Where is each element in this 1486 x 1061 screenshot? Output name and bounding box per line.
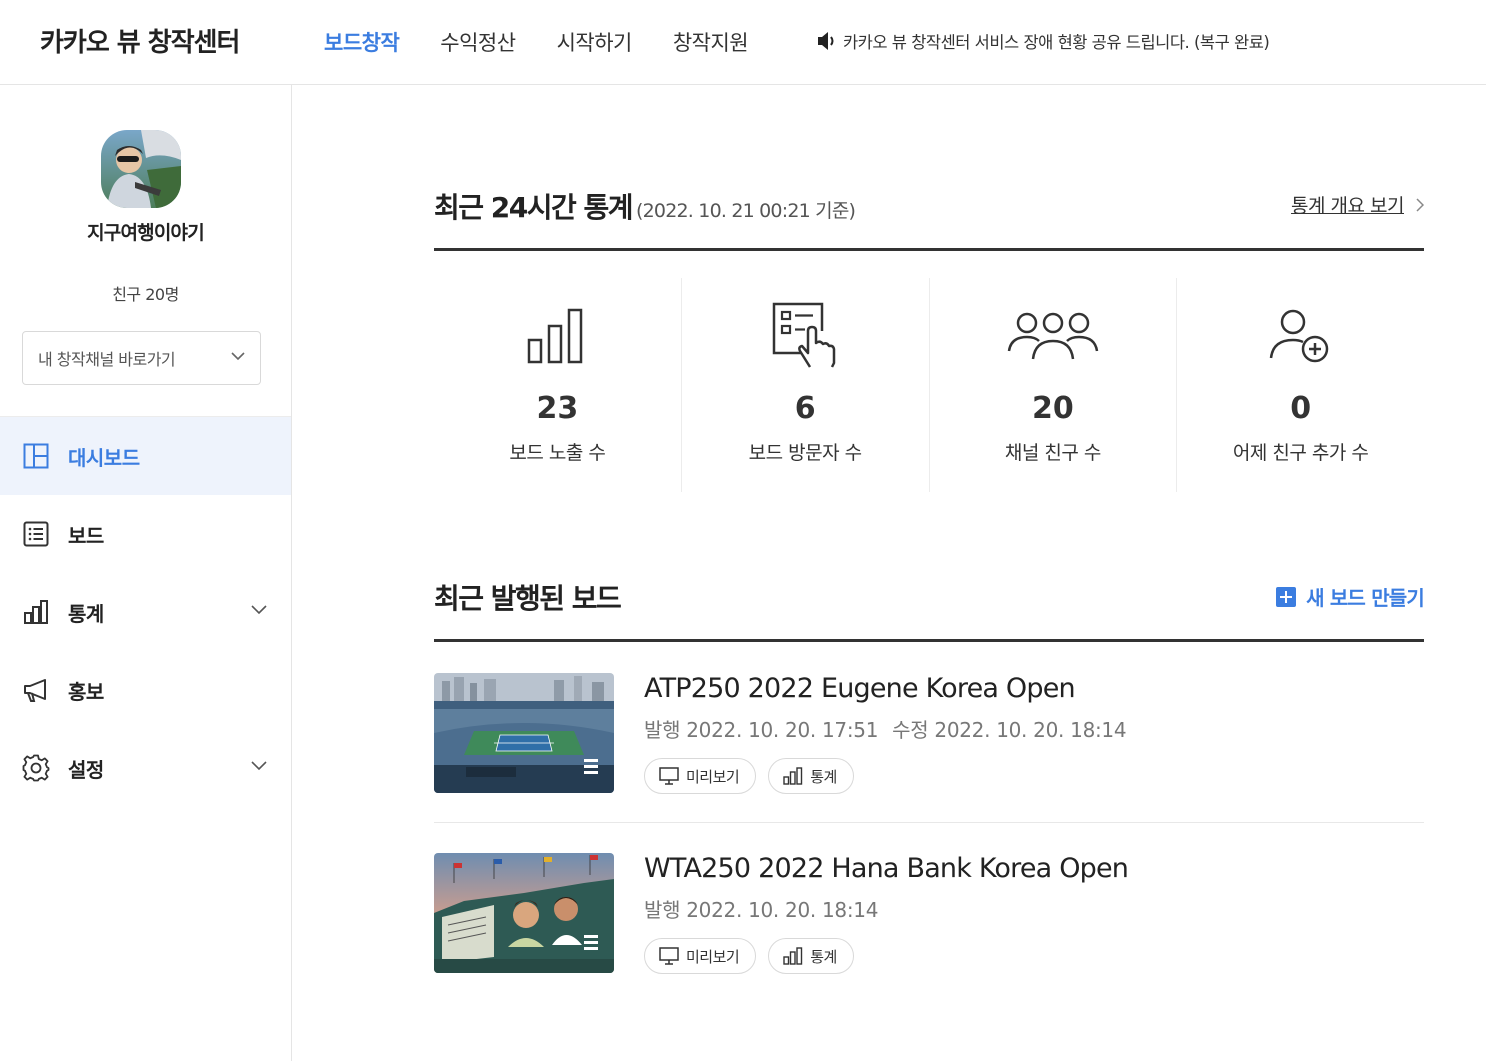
chevron-down-icon (251, 761, 267, 771)
section-rule (434, 248, 1424, 251)
friend-count: 친구 20명 (112, 285, 179, 304)
megaphone-icon (22, 676, 50, 704)
board-stats-label: 통계 (810, 947, 837, 966)
channel-shortcut-select[interactable]: 내 창작채널 바로가기 (22, 331, 261, 385)
new-board-label: 새 보드 만들기 (1306, 586, 1425, 610)
stat-value: 6 (794, 391, 816, 426)
nav-revenue[interactable]: 수익정산 (440, 27, 516, 57)
channel-select-label: 내 창작채널 바로가기 (38, 350, 176, 369)
preview-label: 미리보기 (686, 947, 740, 966)
channel-name: 지구여행이야기 (87, 222, 205, 244)
board-item: ATP250 2022 Eugene Korea Open 발행 2022. 1… (434, 673, 1424, 794)
stat-value: 20 (1032, 391, 1074, 426)
section-rule (434, 639, 1424, 642)
board-actions: 미리보기 통계 (644, 938, 866, 974)
stat-board-impressions: 23 보드 노출 수 (434, 278, 681, 492)
stat-label: 어제 친구 추가 수 (1232, 442, 1369, 464)
stat-label: 보드 방문자 수 (748, 442, 862, 464)
monitor-icon (659, 947, 679, 965)
stat-board-visitors: 6 보드 방문자 수 (680, 278, 929, 492)
sidebar-item-label: 대시보드 (68, 445, 140, 470)
notice-text: 카카오 뷰 창작센터 서비스 장애 현황 공유 드립니다. (복구 완료) (843, 33, 1270, 52)
board-title[interactable]: ATP250 2022 Eugene Korea Open (644, 673, 1076, 704)
speaker-icon (818, 32, 834, 50)
preview-button[interactable]: 미리보기 (644, 938, 757, 974)
logo[interactable]: 카카오 뷰 창작센터 (40, 22, 240, 59)
sidebar-item-board[interactable]: 보드 (0, 495, 291, 573)
nav-creator-support[interactable]: 창작지원 (673, 27, 749, 57)
board-divider (434, 822, 1424, 823)
stat-value: 23 (536, 391, 579, 426)
avatar[interactable] (101, 130, 181, 208)
sidebar-item-label: 홍보 (68, 679, 104, 704)
sidebar-item-settings[interactable]: 설정 (0, 729, 291, 807)
board-stats-button[interactable]: 통계 (768, 938, 854, 974)
stats-grid: 23 보드 노출 수 6 보드 방문자 수 20 채널 친구 수 0 어제 친구… (434, 278, 1424, 492)
stat-label: 보드 노출 수 (509, 442, 606, 464)
new-board-button[interactable]: 새 보드 만들기 (1276, 582, 1425, 611)
board-stats-button[interactable]: 통계 (768, 758, 854, 794)
stats-overview-link[interactable]: 통계 개요 보기 (1291, 191, 1424, 218)
board-list-icon (22, 520, 50, 548)
preview-label: 미리보기 (686, 767, 740, 786)
stats-timestamp: (2022. 10. 21 00:21 기준) (636, 200, 856, 222)
board-item: WTA250 2022 Hana Bank Korea Open 발행 2022… (434, 853, 1424, 974)
board-thumbnail[interactable] (434, 853, 614, 973)
dashboard-icon (22, 442, 50, 470)
sidebar-item-label: 보드 (68, 523, 104, 548)
bar-chart-icon (434, 298, 681, 373)
board-actions: 미리보기 통계 (644, 758, 866, 794)
stat-value: 0 (1290, 391, 1312, 426)
board-dates: 발행 2022. 10. 20. 17:51 수정 2022. 10. 20. 1… (644, 714, 1127, 743)
board-modified-date: 수정 2022. 10. 20. 18:14 (892, 718, 1127, 742)
sidebar-item-label: 설정 (68, 757, 104, 782)
sidebar-item-promotion[interactable]: 홍보 (0, 651, 291, 729)
board-stats-label: 통계 (810, 767, 837, 786)
sidebar-item-label: 통계 (68, 601, 104, 626)
board-published-date: 발행 2022. 10. 20. 17:51 (644, 718, 879, 742)
sidebar-item-dashboard[interactable]: 대시보드 (0, 417, 291, 495)
stats-icon (22, 598, 50, 626)
board-thumbnail[interactable] (434, 673, 614, 793)
recent-boards-title: 최근 발행된 보드 (434, 582, 622, 615)
preview-button[interactable]: 미리보기 (644, 758, 757, 794)
stat-channel-friends: 20 채널 친구 수 (928, 278, 1177, 492)
sidebar-item-stats[interactable]: 통계 (0, 573, 291, 651)
stats-overview-label: 통계 개요 보기 (1291, 195, 1404, 217)
chevron-down-icon (231, 352, 245, 361)
nav-getting-started[interactable]: 시작하기 (557, 27, 633, 57)
group-icon (930, 298, 1177, 373)
notice-banner[interactable]: 카카오 뷰 창작센터 서비스 장애 현황 공유 드립니다. (복구 완료) (817, 29, 1270, 53)
nav-board-create[interactable]: 보드창작 (324, 27, 400, 57)
top-header: 카카오 뷰 창작센터 보드창작 수익정산 시작하기 창작지원 카카오 뷰 창작센… (0, 0, 1486, 85)
board-tap-icon (682, 298, 929, 373)
monitor-icon (659, 767, 679, 785)
add-person-icon (1177, 298, 1424, 373)
stats-section-title: 최근 24시간 통계 (2022. 10. 21 00:21 기준) (434, 186, 856, 226)
chevron-right-icon (1416, 197, 1424, 212)
board-dates: 발행 2022. 10. 20. 18:14 (644, 894, 878, 923)
stat-new-friends-yesterday: 0 어제 친구 추가 수 (1176, 278, 1424, 492)
chevron-down-icon (251, 605, 267, 615)
gear-icon (22, 754, 50, 782)
global-nav: 보드창작 수익정산 시작하기 창작지원 (324, 27, 789, 57)
board-published-date: 발행 2022. 10. 20. 18:14 (644, 898, 879, 922)
stats-icon (783, 767, 803, 785)
stats-icon (783, 947, 803, 965)
plus-icon (1276, 586, 1297, 607)
stats-title: 최근 24시간 통계 (434, 191, 634, 224)
sidebar: 지구여행이야기 친구 20명 내 창작채널 바로가기 대시보드 보드 통계 홍보 (0, 85, 292, 1061)
stat-label: 채널 친구 수 (1004, 442, 1101, 464)
board-title[interactable]: WTA250 2022 Hana Bank Korea Open (644, 853, 1129, 884)
